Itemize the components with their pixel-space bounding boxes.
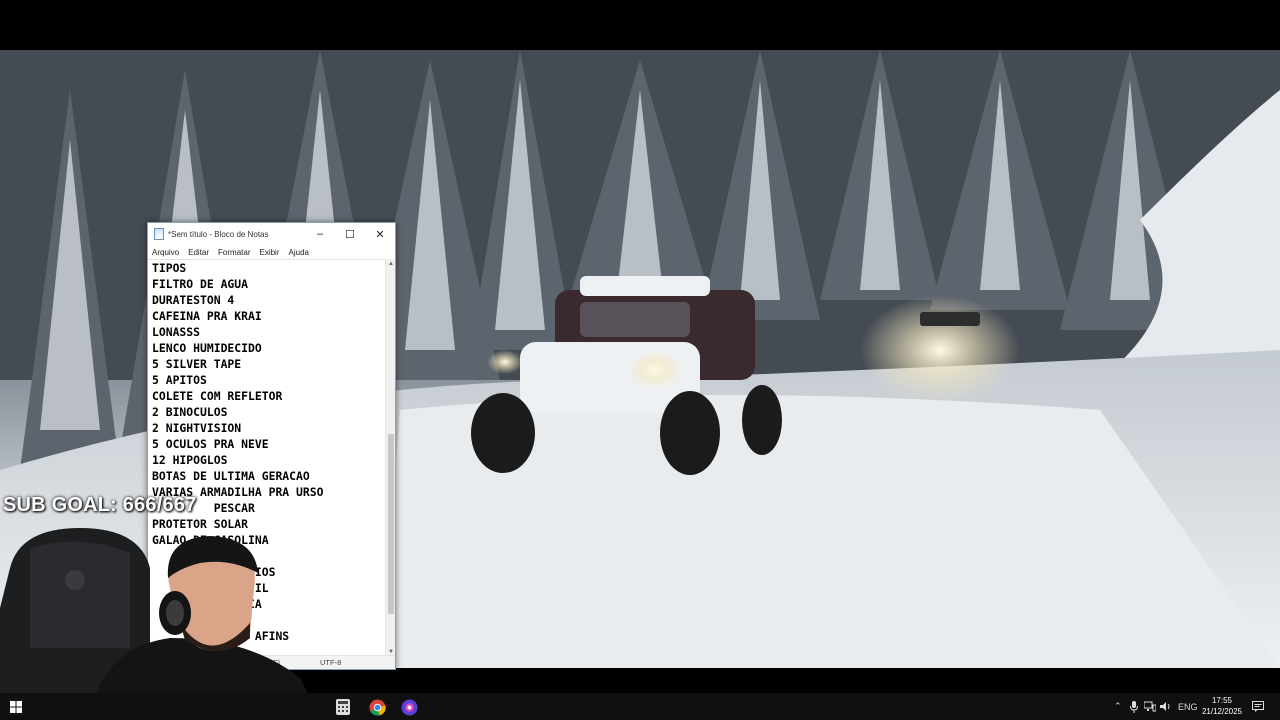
text-line: 5 SILVER TAPE	[152, 357, 242, 371]
show-hidden-icons-chevron-icon[interactable]: ⌃	[1114, 693, 1122, 720]
clock-time: 17:55	[1211, 696, 1232, 705]
system-clock[interactable]: 17:55 21/12/2025	[1202, 695, 1242, 717]
language-indicator[interactable]: ENG	[1178, 693, 1198, 720]
encoding-status: UTF-8	[320, 658, 342, 667]
menu-edit[interactable]: Editar	[188, 248, 209, 257]
menu-bar: Arquivo Editar Formatar Exibir Ajuda	[148, 245, 395, 259]
screen: *Sem título - Bloco de Notas – ☐ ✕ Arqui…	[0, 0, 1280, 720]
scrollbar-thumb[interactable]	[388, 434, 394, 614]
text-line: LONASSS	[152, 325, 201, 339]
text-line: LENCO HUMIDECIDO	[152, 341, 262, 355]
sub-goal-counter: SUB GOAL: 666/667	[3, 494, 197, 516]
vertical-scrollbar[interactable]: ▲ ▼	[385, 259, 395, 657]
browser-profile-icon[interactable]	[399, 697, 419, 717]
network-icon[interactable]	[1144, 693, 1156, 720]
text-line: 2 NIGHTVISION	[152, 421, 242, 435]
notepad-titlebar[interactable]: *Sem título - Bloco de Notas – ☐ ✕	[148, 223, 395, 245]
maximize-button[interactable]: ☐	[335, 223, 365, 245]
calculator-icon[interactable]	[333, 697, 353, 717]
microphone-icon[interactable]	[1130, 693, 1138, 720]
text-line: TIPOS	[152, 261, 187, 275]
volume-icon[interactable]	[1160, 693, 1172, 720]
webcam-person-illustration	[0, 528, 322, 720]
text-line: 5 APITOS	[152, 373, 207, 387]
menu-help[interactable]: Ajuda	[289, 248, 309, 257]
taskbar: ⌃ ENG 17:55 21/12/2025	[0, 693, 1280, 720]
text-line: FILTRO DE AGUA	[152, 277, 249, 291]
clock-date: 21/12/2025	[1201, 707, 1242, 716]
text-line: DURATESTON 4	[152, 293, 235, 307]
text-line: CAFEINA PRA KRAI	[152, 309, 262, 323]
notepad-icon	[154, 228, 164, 240]
chrome-icon[interactable]	[367, 697, 387, 717]
menu-format[interactable]: Formatar	[218, 248, 250, 257]
menu-view[interactable]: Exibir	[259, 248, 279, 257]
text-line: 12 HIPOGLOS	[152, 453, 228, 467]
close-button[interactable]: ✕	[365, 223, 395, 245]
text-line: BOTAS DE ULTIMA GERACAO	[152, 469, 310, 483]
text-line: 2 BINOCULOS	[152, 405, 228, 419]
windows-start-icon[interactable]	[6, 697, 26, 717]
streamer-webcam	[0, 528, 322, 720]
text-line: COLETE COM REFLETOR	[152, 389, 283, 403]
notifications-icon[interactable]	[1252, 693, 1264, 720]
minimize-button[interactable]: –	[305, 223, 335, 245]
menu-file[interactable]: Arquivo	[152, 248, 179, 257]
window-title: *Sem título - Bloco de Notas	[168, 229, 269, 239]
scroll-up-arrow-icon[interactable]: ▲	[386, 259, 396, 269]
text-line: 5 OCULOS PRA NEVE	[152, 437, 269, 451]
